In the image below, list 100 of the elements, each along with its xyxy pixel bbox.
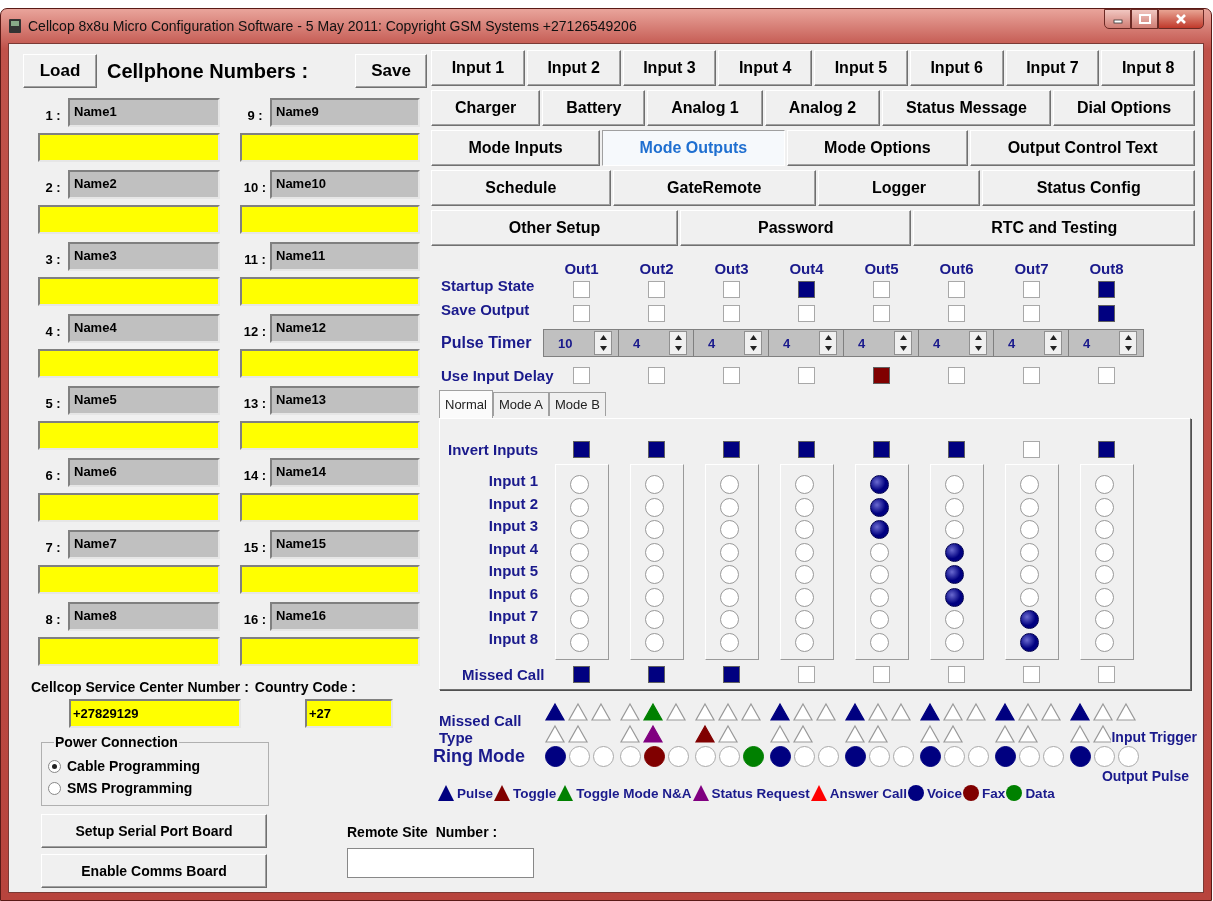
tab[interactable]: Input 3 bbox=[622, 50, 717, 86]
checkbox[interactable] bbox=[873, 280, 890, 298]
load-button[interactable]: Load bbox=[23, 54, 97, 88]
checkbox[interactable] bbox=[798, 666, 815, 683]
radio-button[interactable] bbox=[569, 587, 589, 607]
radio-button[interactable] bbox=[719, 587, 739, 607]
checkbox[interactable] bbox=[723, 666, 740, 683]
spin-field[interactable]: 4 bbox=[993, 329, 1069, 357]
phone-number-field[interactable] bbox=[240, 205, 420, 234]
checkbox[interactable] bbox=[798, 304, 815, 322]
phone-number-field[interactable] bbox=[38, 493, 220, 522]
radio-button[interactable] bbox=[794, 475, 814, 494]
radio-button[interactable] bbox=[668, 746, 689, 767]
radio-button[interactable] bbox=[869, 610, 889, 629]
radio-button[interactable] bbox=[1019, 610, 1039, 629]
up-arrow-icon[interactable] bbox=[974, 335, 982, 340]
radio-button[interactable] bbox=[719, 565, 739, 584]
radio-button[interactable] bbox=[1094, 565, 1114, 584]
tab[interactable]: Analog 2 bbox=[764, 90, 881, 126]
checkbox[interactable] bbox=[648, 280, 665, 298]
tab[interactable]: Mode B bbox=[549, 392, 606, 416]
name-field[interactable]: Name9 bbox=[270, 98, 420, 127]
radio-button[interactable] bbox=[869, 475, 889, 494]
tab[interactable]: Normal bbox=[439, 390, 493, 418]
radio-button[interactable] bbox=[1019, 475, 1039, 494]
close-icon[interactable] bbox=[1175, 13, 1187, 25]
phone-number-field[interactable] bbox=[240, 637, 420, 666]
tab[interactable]: Input 4 bbox=[718, 50, 812, 86]
radio-button[interactable] bbox=[569, 565, 589, 584]
tab[interactable]: GateRemote bbox=[612, 170, 816, 206]
radio-button[interactable] bbox=[944, 632, 964, 652]
radio-button[interactable] bbox=[968, 746, 989, 767]
radio-button[interactable] bbox=[794, 542, 814, 562]
radio-button[interactable] bbox=[869, 587, 889, 607]
tab[interactable]: Input 7 bbox=[1005, 50, 1100, 86]
radio-button[interactable] bbox=[944, 497, 964, 517]
radio-button[interactable] bbox=[1094, 497, 1114, 517]
tab[interactable]: Dial Options bbox=[1052, 90, 1196, 126]
radio-button[interactable] bbox=[770, 746, 791, 767]
checkbox[interactable] bbox=[873, 304, 890, 322]
filled-triangle-icon[interactable] bbox=[694, 724, 716, 744]
up-arrow-icon[interactable] bbox=[899, 335, 907, 340]
name-field[interactable]: Name4 bbox=[68, 314, 220, 343]
radio-button[interactable] bbox=[794, 610, 814, 629]
radio-button[interactable] bbox=[1019, 746, 1040, 767]
checkbox[interactable] bbox=[1098, 441, 1115, 458]
radio-button[interactable] bbox=[1094, 520, 1114, 539]
radio-button[interactable] bbox=[944, 520, 964, 539]
radio-button[interactable] bbox=[48, 781, 61, 795]
checkbox[interactable] bbox=[723, 367, 740, 384]
radio-button[interactable] bbox=[569, 746, 590, 767]
radio-button[interactable] bbox=[719, 475, 739, 494]
tab[interactable]: Analog 1 bbox=[647, 90, 763, 126]
radio-button[interactable] bbox=[1094, 746, 1115, 767]
radio-button[interactable] bbox=[794, 746, 815, 767]
radio-button[interactable] bbox=[644, 565, 664, 584]
radio-button[interactable] bbox=[48, 759, 61, 773]
radio-button[interactable] bbox=[719, 520, 739, 539]
radio-button[interactable] bbox=[1019, 565, 1039, 584]
radio-button[interactable] bbox=[1043, 746, 1064, 767]
radio-button[interactable] bbox=[569, 497, 589, 517]
up-arrow-icon[interactable] bbox=[1049, 335, 1057, 340]
filled-triangle-icon[interactable] bbox=[769, 702, 791, 722]
radio-button[interactable] bbox=[869, 520, 889, 539]
radio-button[interactable] bbox=[719, 746, 740, 767]
filled-triangle-icon[interactable] bbox=[642, 724, 664, 744]
tab[interactable]: Logger bbox=[817, 170, 981, 206]
radio-button[interactable] bbox=[794, 565, 814, 584]
checkbox[interactable] bbox=[573, 367, 590, 384]
radio-button[interactable] bbox=[644, 542, 664, 562]
phone-number-field[interactable] bbox=[38, 565, 220, 594]
radio-button[interactable] bbox=[569, 520, 589, 539]
country-code-field[interactable]: +27 bbox=[305, 699, 393, 728]
radio-button[interactable] bbox=[995, 746, 1016, 767]
board-button[interactable]: Setup Serial Port Board bbox=[41, 814, 267, 848]
spin-field[interactable]: 4 bbox=[693, 329, 769, 357]
radio-button[interactable] bbox=[719, 542, 739, 562]
name-field[interactable]: Name3 bbox=[68, 242, 220, 271]
radio-button[interactable] bbox=[893, 746, 914, 767]
radio-button[interactable] bbox=[944, 746, 965, 767]
save-button[interactable]: Save bbox=[355, 54, 427, 88]
down-arrow-icon[interactable] bbox=[749, 346, 757, 351]
down-arrow-icon[interactable] bbox=[674, 346, 682, 351]
radio-button[interactable] bbox=[620, 746, 641, 767]
radio-button[interactable] bbox=[1019, 587, 1039, 607]
name-field[interactable]: Name5 bbox=[68, 386, 220, 415]
tab[interactable]: Input 6 bbox=[909, 50, 1004, 86]
checkbox[interactable] bbox=[648, 304, 665, 322]
checkbox[interactable] bbox=[1023, 280, 1040, 298]
filled-triangle-icon[interactable] bbox=[994, 702, 1016, 722]
checkbox[interactable] bbox=[1023, 666, 1040, 683]
tab[interactable]: Mode Inputs bbox=[431, 130, 601, 166]
down-arrow-icon[interactable] bbox=[599, 346, 607, 351]
tab[interactable]: RTC and Testing bbox=[913, 210, 1195, 246]
phone-number-field[interactable] bbox=[38, 277, 220, 306]
tab[interactable]: Status Message bbox=[882, 90, 1051, 126]
name-field[interactable]: Name11 bbox=[270, 242, 420, 271]
radio-button[interactable] bbox=[818, 746, 839, 767]
down-arrow-icon[interactable] bbox=[824, 346, 832, 351]
checkbox[interactable] bbox=[948, 367, 965, 384]
